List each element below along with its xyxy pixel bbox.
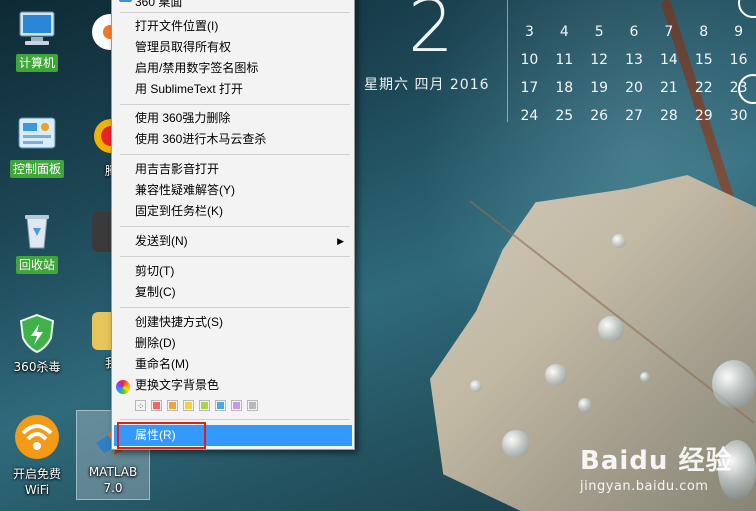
calendar-week-row: 17 18 19 20 21 22 23: [512, 74, 756, 102]
calendar-cell[interactable]: 27: [617, 108, 652, 124]
calendar-cell[interactable]: 24: [512, 108, 547, 124]
desktop-icon-label: 回收站: [15, 256, 58, 274]
calendar-cell[interactable]: 5: [582, 24, 617, 40]
desktop-icon-recycle-bin[interactable]: 回收站: [0, 210, 74, 274]
swatch-reset[interactable]: ⁘: [135, 400, 146, 411]
color-swatch[interactable]: [167, 400, 178, 411]
calendar-date-line: 星期六 四月 2016: [364, 77, 490, 93]
watermark-url: jingyan.baidu.com: [580, 479, 709, 494]
color-swatch-row: ⁘: [135, 400, 258, 411]
water-drop: [578, 398, 592, 412]
calendar-cell[interactable]: 6: [617, 24, 652, 40]
calendar-cell[interactable]: 18: [547, 80, 582, 96]
desktop-icon-label: 计算机: [15, 54, 58, 72]
menu-item-pin-to-taskbar[interactable]: 固定到任务栏(K): [114, 201, 352, 222]
menu-item-open-with-jiji[interactable]: 用吉吉影音打开: [114, 159, 352, 180]
baidu-watermark: Baidu 经验 jingyan.baidu.com: [580, 440, 732, 494]
water-drop: [470, 380, 482, 392]
menu-separator: [120, 307, 350, 308]
desktop-icon-label: MATLAB 7.0: [88, 465, 138, 495]
menu-item-toggle-signature-icon[interactable]: 启用/禁用数字签名图标: [114, 58, 352, 79]
desktop-icon-control-panel[interactable]: 控制面板: [0, 114, 74, 178]
calendar-week-row: 3 4 5 6 7 8 9: [512, 18, 756, 46]
calendar-cell[interactable]: 17: [512, 80, 547, 96]
calendar-cell[interactable]: 16: [721, 52, 756, 68]
recycle-bin-icon: [16, 210, 58, 252]
water-drop: [612, 234, 626, 248]
color-swatch[interactable]: [199, 400, 210, 411]
calendar-cell[interactable]: 15: [686, 52, 721, 68]
color-swatch[interactable]: [231, 400, 242, 411]
menu-item-open-with-sublime[interactable]: 用 SublimeText 打开: [114, 79, 352, 100]
desktop-icon-computer[interactable]: 计算机: [0, 8, 74, 72]
menu-item-change-text-background[interactable]: 更换文字背景色: [114, 375, 352, 396]
color-swatch[interactable]: [215, 400, 226, 411]
color-swatch[interactable]: [183, 400, 194, 411]
calendar-cell[interactable]: 23: [721, 80, 756, 96]
calendar-cell[interactable]: 3: [512, 24, 547, 40]
desktop-icon-360-antivirus[interactable]: 360杀毒: [0, 312, 74, 376]
desktop-icon-free-wifi[interactable]: 开启免费WiFi: [0, 413, 74, 499]
menu-item-take-ownership[interactable]: 管理员取得所有权: [114, 37, 352, 58]
menu-separator: [120, 226, 350, 227]
context-menu: 360 桌面 打开文件位置(I) 管理员取得所有权 启用/禁用数字签名图标 用 …: [111, 0, 355, 450]
menu-item-open-file-location[interactable]: 打开文件位置(I): [114, 16, 352, 37]
color-swatch[interactable]: [247, 400, 258, 411]
menu-item-create-shortcut[interactable]: 创建快捷方式(S): [114, 312, 352, 333]
desktop-icon-label: 控制面板: [9, 160, 64, 178]
desktop-icon-label: 360杀毒: [13, 360, 61, 374]
menu-item-delete[interactable]: 删除(D): [114, 333, 352, 354]
water-drop: [712, 360, 756, 408]
calendar-divider: [507, 0, 508, 122]
menu-item-rename[interactable]: 重命名(M): [114, 354, 352, 375]
calendar-cell[interactable]: 11: [547, 52, 582, 68]
calendar-cell[interactable]: 10: [512, 52, 547, 68]
watermark-logo: Baidu 经验: [580, 446, 733, 476]
calendar-cell[interactable]: 4: [547, 24, 582, 40]
calendar-week-row: 10 11 12 13 14 15 16: [512, 46, 756, 74]
menu-separator: [120, 12, 350, 13]
calendar-cell[interactable]: 7: [651, 24, 686, 40]
menu-item-360-trojan-scan[interactable]: 使用 360进行木马云查杀: [114, 129, 352, 150]
calendar-cell[interactable]: 20: [617, 80, 652, 96]
calendar-cell[interactable]: 29: [686, 108, 721, 124]
calendar-cell[interactable]: 14: [651, 52, 686, 68]
computer-icon: [16, 8, 58, 50]
menu-item-compatibility-troubleshoot[interactable]: 兼容性疑难解答(Y): [114, 180, 352, 201]
water-drop: [640, 372, 650, 382]
calendar-week-row: 24 25 26 27 28 29 30: [512, 102, 756, 130]
menu-item-copy[interactable]: 复制(C): [114, 282, 352, 303]
wifi-icon: [13, 413, 61, 461]
calendar-grid: 3 4 5 6 7 8 9 10 11 12 13 14 15 16 17 18…: [512, 18, 756, 130]
water-drop: [598, 316, 624, 342]
menu-separator: [120, 419, 350, 420]
color-swatch[interactable]: [151, 400, 162, 411]
menu-item-360-force-delete[interactable]: 使用 360强力删除: [114, 108, 352, 129]
360-icon: [119, 0, 132, 2]
highlight-box: [117, 422, 206, 449]
calendar-cell[interactable]: 30: [721, 108, 756, 124]
menu-separator: [120, 104, 350, 105]
water-drop: [502, 430, 530, 458]
submenu-arrow-icon: ▶: [337, 236, 344, 246]
calendar-cell[interactable]: 28: [651, 108, 686, 124]
calendar-cell[interactable]: 19: [582, 80, 617, 96]
calendar-cell[interactable]: 22: [686, 80, 721, 96]
calendar-cell[interactable]: 12: [582, 52, 617, 68]
calendar-cell[interactable]: 26: [582, 108, 617, 124]
calendar-cell[interactable]: 13: [617, 52, 652, 68]
calendar-day-number: 2: [408, 0, 454, 68]
menu-item-send-to[interactable]: 发送到(N) ▶: [114, 231, 352, 252]
calendar-cell[interactable]: 25: [547, 108, 582, 124]
shield-icon: [16, 312, 58, 354]
menu-separator: [120, 154, 350, 155]
desktop-icon-label: 开启免费WiFi: [12, 467, 61, 497]
calendar-cell[interactable]: 8: [686, 24, 721, 40]
calendar-cell[interactable]: 21: [651, 80, 686, 96]
calendar-cell[interactable]: 9: [721, 24, 756, 40]
control-panel-icon: [16, 114, 58, 156]
menu-separator: [120, 256, 350, 257]
menu-item-cut[interactable]: 剪切(T): [114, 261, 352, 282]
water-drop: [545, 364, 567, 386]
